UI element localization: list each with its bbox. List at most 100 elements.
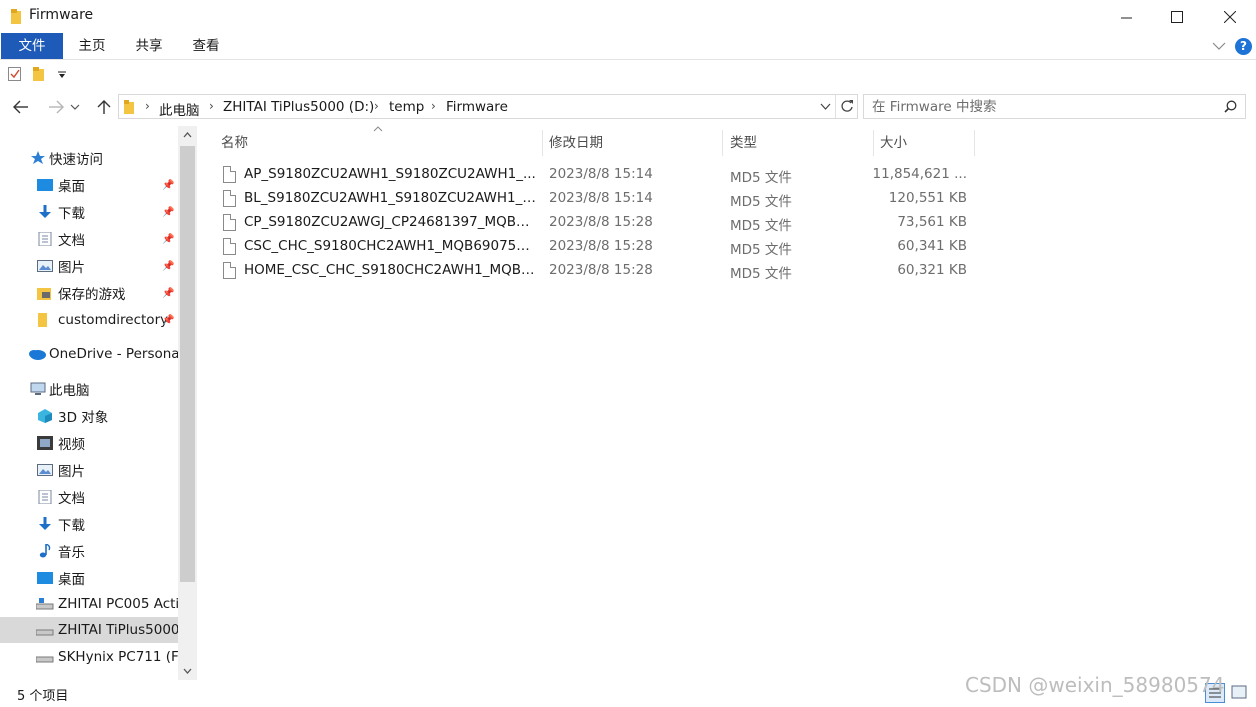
column-header-size[interactable]: 大小: [880, 128, 970, 158]
pin-icon: 📌: [162, 314, 175, 326]
maximize-button[interactable]: [1150, 0, 1204, 33]
sidebar-item-label: SKHynix PC711 (F:): [58, 649, 178, 665]
sidebar-item-label: 文档: [58, 491, 85, 507]
column-header-date[interactable]: 修改日期: [549, 128, 719, 158]
breadcrumb-this-pc[interactable]: 此电脑: [159, 99, 200, 119]
forward-button[interactable]: [43, 92, 69, 122]
picture-icon: [37, 259, 53, 273]
watermark: CSDN @weixin_58980574: [965, 673, 1225, 697]
sidebar-item-label: 音乐: [58, 545, 85, 561]
sidebar-item-label: 下载: [58, 206, 85, 222]
sidebar-item-documents-pc[interactable]: 文档: [0, 484, 178, 510]
search-input[interactable]: [872, 98, 1212, 116]
minimize-button[interactable]: [1100, 0, 1154, 33]
sidebar-item-videos[interactable]: 视频: [0, 430, 178, 456]
properties-icon[interactable]: [8, 67, 22, 82]
back-button[interactable]: [8, 92, 34, 122]
tab-file[interactable]: 文件: [1, 33, 63, 59]
close-button[interactable]: [1203, 0, 1256, 33]
up-button[interactable]: [91, 92, 117, 122]
expand-ribbon-icon[interactable]: [1212, 41, 1226, 51]
help-button[interactable]: ?: [1235, 38, 1252, 55]
breadcrumb-separator-icon: ›: [374, 99, 379, 113]
3d-objects-icon: [37, 409, 53, 423]
scrollbar-thumb[interactable]: [180, 146, 195, 582]
file-row[interactable]: BL_S9180ZCU2AWH1_S9180ZCU2AWH1_M... 2023…: [217, 187, 972, 211]
sidebar-item-pictures-pc[interactable]: 图片: [0, 457, 178, 483]
file-row[interactable]: CP_S9180ZCU2AWGJ_CP24681397_MQB68... 202…: [217, 211, 972, 235]
address-dropdown-icon[interactable]: [820, 103, 831, 111]
item-count: 5 个项目: [17, 689, 69, 704]
file-row[interactable]: CSC_CHC_S9180CHC2AWH1_MQB6907529... 2023…: [217, 235, 972, 259]
file-name: BL_S9180ZCU2AWH1_S9180ZCU2AWH1_M...: [244, 190, 538, 206]
scroll-down-icon[interactable]: [183, 668, 192, 674]
pin-icon: 📌: [162, 179, 175, 191]
download-icon: [37, 205, 53, 219]
drive-icon: [35, 623, 54, 637]
file-date: 2023/8/8 15:28: [549, 262, 653, 278]
sidebar-item-onedrive[interactable]: OneDrive - Personal: [0, 341, 178, 367]
tab-home[interactable]: 主页: [70, 33, 114, 59]
file-type: MD5 文件: [730, 242, 792, 258]
sidebar-item-downloads[interactable]: 下载 📌: [0, 199, 178, 225]
recent-locations-icon[interactable]: [70, 104, 80, 111]
sidebar-item-music[interactable]: 音乐: [0, 538, 178, 564]
column-header-name[interactable]: 名称: [221, 128, 541, 158]
breadcrumb-firmware[interactable]: Firmware: [446, 99, 508, 115]
refresh-icon[interactable]: [840, 99, 854, 113]
file-type: MD5 文件: [730, 194, 792, 210]
file-date: 2023/8/8 15:28: [549, 214, 653, 230]
desktop-icon: [37, 571, 53, 585]
tab-share[interactable]: 共享: [127, 33, 171, 59]
column-divider[interactable]: [542, 130, 543, 156]
tab-view[interactable]: 查看: [184, 33, 228, 59]
sidebar-item-desktop[interactable]: 桌面 📌: [0, 172, 178, 198]
sidebar-item-label: 视频: [58, 437, 85, 453]
sidebar-item-customdirectory[interactable]: customdirectory 📌: [0, 307, 178, 333]
sidebar-item-desktop-pc[interactable]: 桌面: [0, 565, 178, 591]
search-box: [863, 94, 1246, 119]
large-icons-view-button[interactable]: [1230, 683, 1250, 703]
column-divider[interactable]: [974, 130, 975, 156]
file-name: CP_S9180ZCU2AWGJ_CP24681397_MQB68...: [244, 214, 538, 230]
scroll-up-icon[interactable]: [183, 132, 192, 138]
column-header-type[interactable]: 类型: [730, 128, 870, 158]
sidebar-item-3d-objects[interactable]: 3D 对象: [0, 403, 178, 429]
pin-icon: 📌: [162, 260, 175, 272]
saved-games-icon: [37, 286, 53, 300]
file-name: AP_S9180ZCU2AWH1_S9180ZCU2AWH1_...: [244, 166, 536, 182]
sidebar-item-saved-games[interactable]: 保存的游戏 📌: [0, 280, 178, 306]
sidebar-item-drive-tiplus5000[interactable]: ZHITAI TiPlus5000: [0, 617, 178, 643]
file-date: 2023/8/8 15:14: [549, 166, 653, 182]
sidebar-item-this-pc[interactable]: 此电脑: [0, 376, 178, 402]
folder-icon: [37, 313, 53, 327]
customize-toolbar-icon[interactable]: [58, 71, 67, 79]
column-divider[interactable]: [722, 130, 723, 156]
sidebar-item-drive-skhynix[interactable]: SKHynix PC711 (F:): [0, 644, 178, 670]
sidebar-item-label: 图片: [58, 464, 85, 480]
sidebar-item-documents[interactable]: 文档 📌: [0, 226, 178, 252]
music-icon: [37, 543, 53, 558]
file-size: 11,854,621 ...: [872, 166, 967, 182]
file-icon: [223, 238, 236, 255]
file-icon: [223, 166, 236, 183]
folder-icon: [11, 9, 21, 24]
sidebar-scrollbar[interactable]: [178, 126, 197, 680]
sidebar-item-label: 保存的游戏: [58, 287, 126, 303]
sidebar-item-downloads-pc[interactable]: 下载: [0, 511, 178, 537]
sidebar-item-drive-pc005[interactable]: ZHITAI PC005 Activ: [0, 591, 178, 617]
file-date: 2023/8/8 15:28: [549, 238, 653, 254]
pin-icon: 📌: [162, 287, 175, 299]
column-divider[interactable]: [873, 130, 874, 156]
new-folder-icon[interactable]: [33, 67, 45, 82]
search-icon[interactable]: [1224, 100, 1237, 113]
breadcrumb-temp[interactable]: temp: [389, 99, 424, 115]
address-bar[interactable]: › 此电脑 › ZHITAI TiPlus5000 (D:) › temp › …: [118, 94, 858, 119]
file-type: MD5 文件: [730, 218, 792, 234]
file-row[interactable]: AP_S9180ZCU2AWH1_S9180ZCU2AWH1_... 2023/…: [217, 163, 972, 187]
sidebar-item-pictures[interactable]: 图片 📌: [0, 253, 178, 279]
file-row[interactable]: HOME_CSC_CHC_S9180CHC2AWH1_MQB6... 2023/…: [217, 259, 972, 283]
sidebar-item-label: 桌面: [58, 572, 85, 588]
breadcrumb-drive[interactable]: ZHITAI TiPlus5000 (D:): [223, 99, 374, 115]
sidebar-item-quick-access[interactable]: 快速访问: [0, 145, 178, 171]
